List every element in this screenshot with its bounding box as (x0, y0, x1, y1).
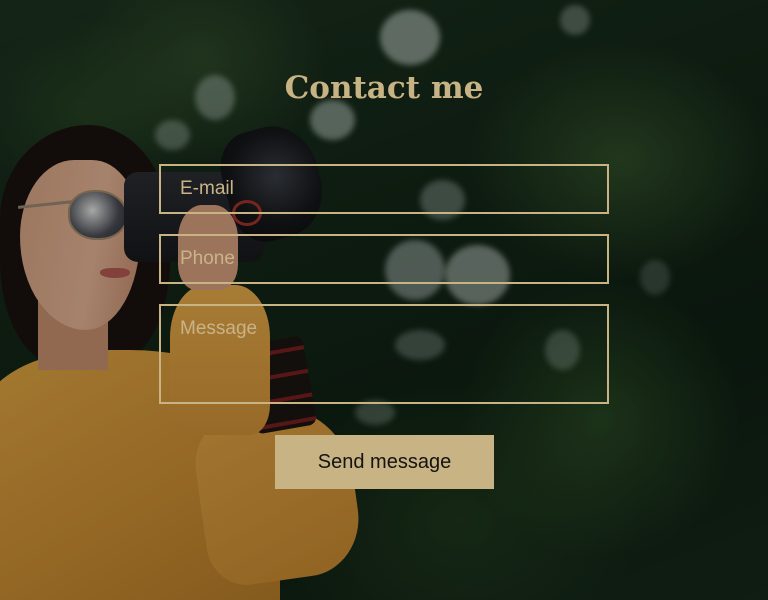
page-title: Contact me (284, 70, 484, 106)
message-field[interactable] (159, 304, 609, 404)
send-message-button[interactable]: Send message (275, 435, 494, 489)
email-field[interactable] (159, 164, 609, 214)
phone-field[interactable] (159, 234, 609, 284)
